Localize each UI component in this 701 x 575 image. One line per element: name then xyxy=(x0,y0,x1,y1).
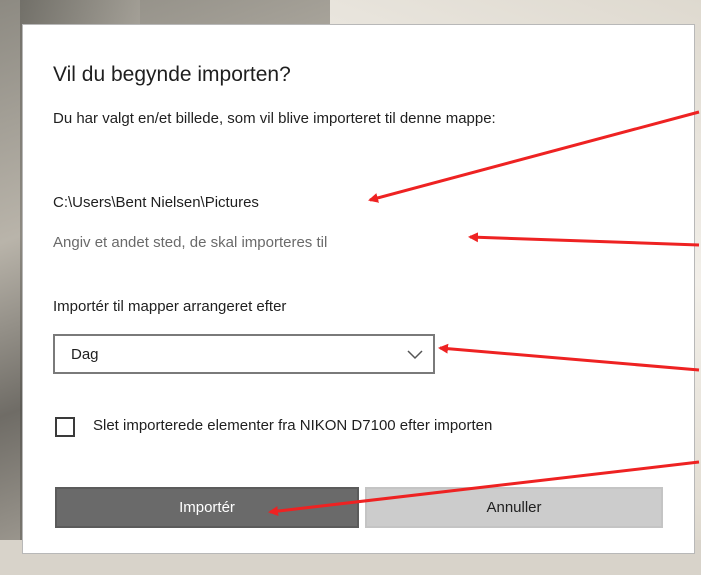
delete-checkbox-label[interactable]: Slet importerede elementer fra NIKON D71… xyxy=(93,417,492,434)
arrange-selected-value: Dag xyxy=(71,346,99,363)
arrange-dropdown[interactable]: Dag xyxy=(53,334,435,374)
chevron-down-icon xyxy=(407,350,423,360)
cancel-button[interactable]: Annuller xyxy=(365,487,663,528)
dialog-title: Vil du begynde importen? xyxy=(53,63,291,86)
destination-path: C:\Users\Bent Nielsen\Pictures xyxy=(53,194,259,211)
change-location-link[interactable]: Angiv et andet sted, de skal importeres … xyxy=(53,234,327,251)
dialog-description: Du har valgt en/et billede, som vil bliv… xyxy=(53,110,496,127)
delete-checkbox[interactable] xyxy=(55,417,75,437)
import-button[interactable]: Importér xyxy=(55,487,359,528)
arrange-label: Importér til mapper arrangeret efter xyxy=(53,298,287,315)
import-dialog: Vil du begynde importen? Du har valgt en… xyxy=(22,24,695,554)
